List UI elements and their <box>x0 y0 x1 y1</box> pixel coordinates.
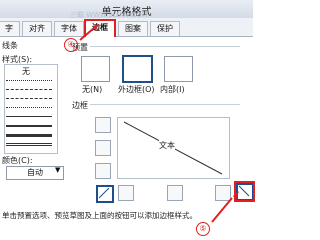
callout-arrows <box>79 24 239 223</box>
step-5-marker: ⑤ <box>196 222 210 236</box>
step-4-marker: ④ <box>64 38 78 52</box>
